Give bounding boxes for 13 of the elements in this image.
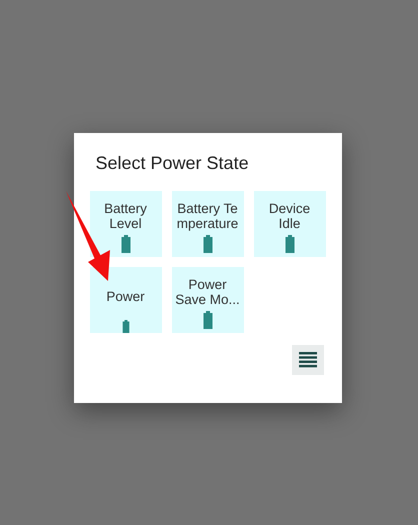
battery-icon <box>120 320 130 333</box>
power-state-tile[interactable]: Power <box>90 267 162 333</box>
power-state-tile[interactable]: Power Save Mo... <box>172 267 244 333</box>
battery-icon <box>202 235 212 253</box>
battery-icon <box>284 235 294 253</box>
power-state-tile[interactable]: Battery Level <box>90 191 162 257</box>
battery-icon <box>120 235 130 253</box>
battery-icon <box>202 311 212 329</box>
menu-icon <box>298 352 316 368</box>
menu-button[interactable] <box>292 345 324 375</box>
power-state-tile[interactable]: Device Idle <box>254 191 326 257</box>
power-state-tile[interactable]: Battery Te mperature <box>172 191 244 257</box>
dialog-title: Select Power State <box>96 153 250 174</box>
